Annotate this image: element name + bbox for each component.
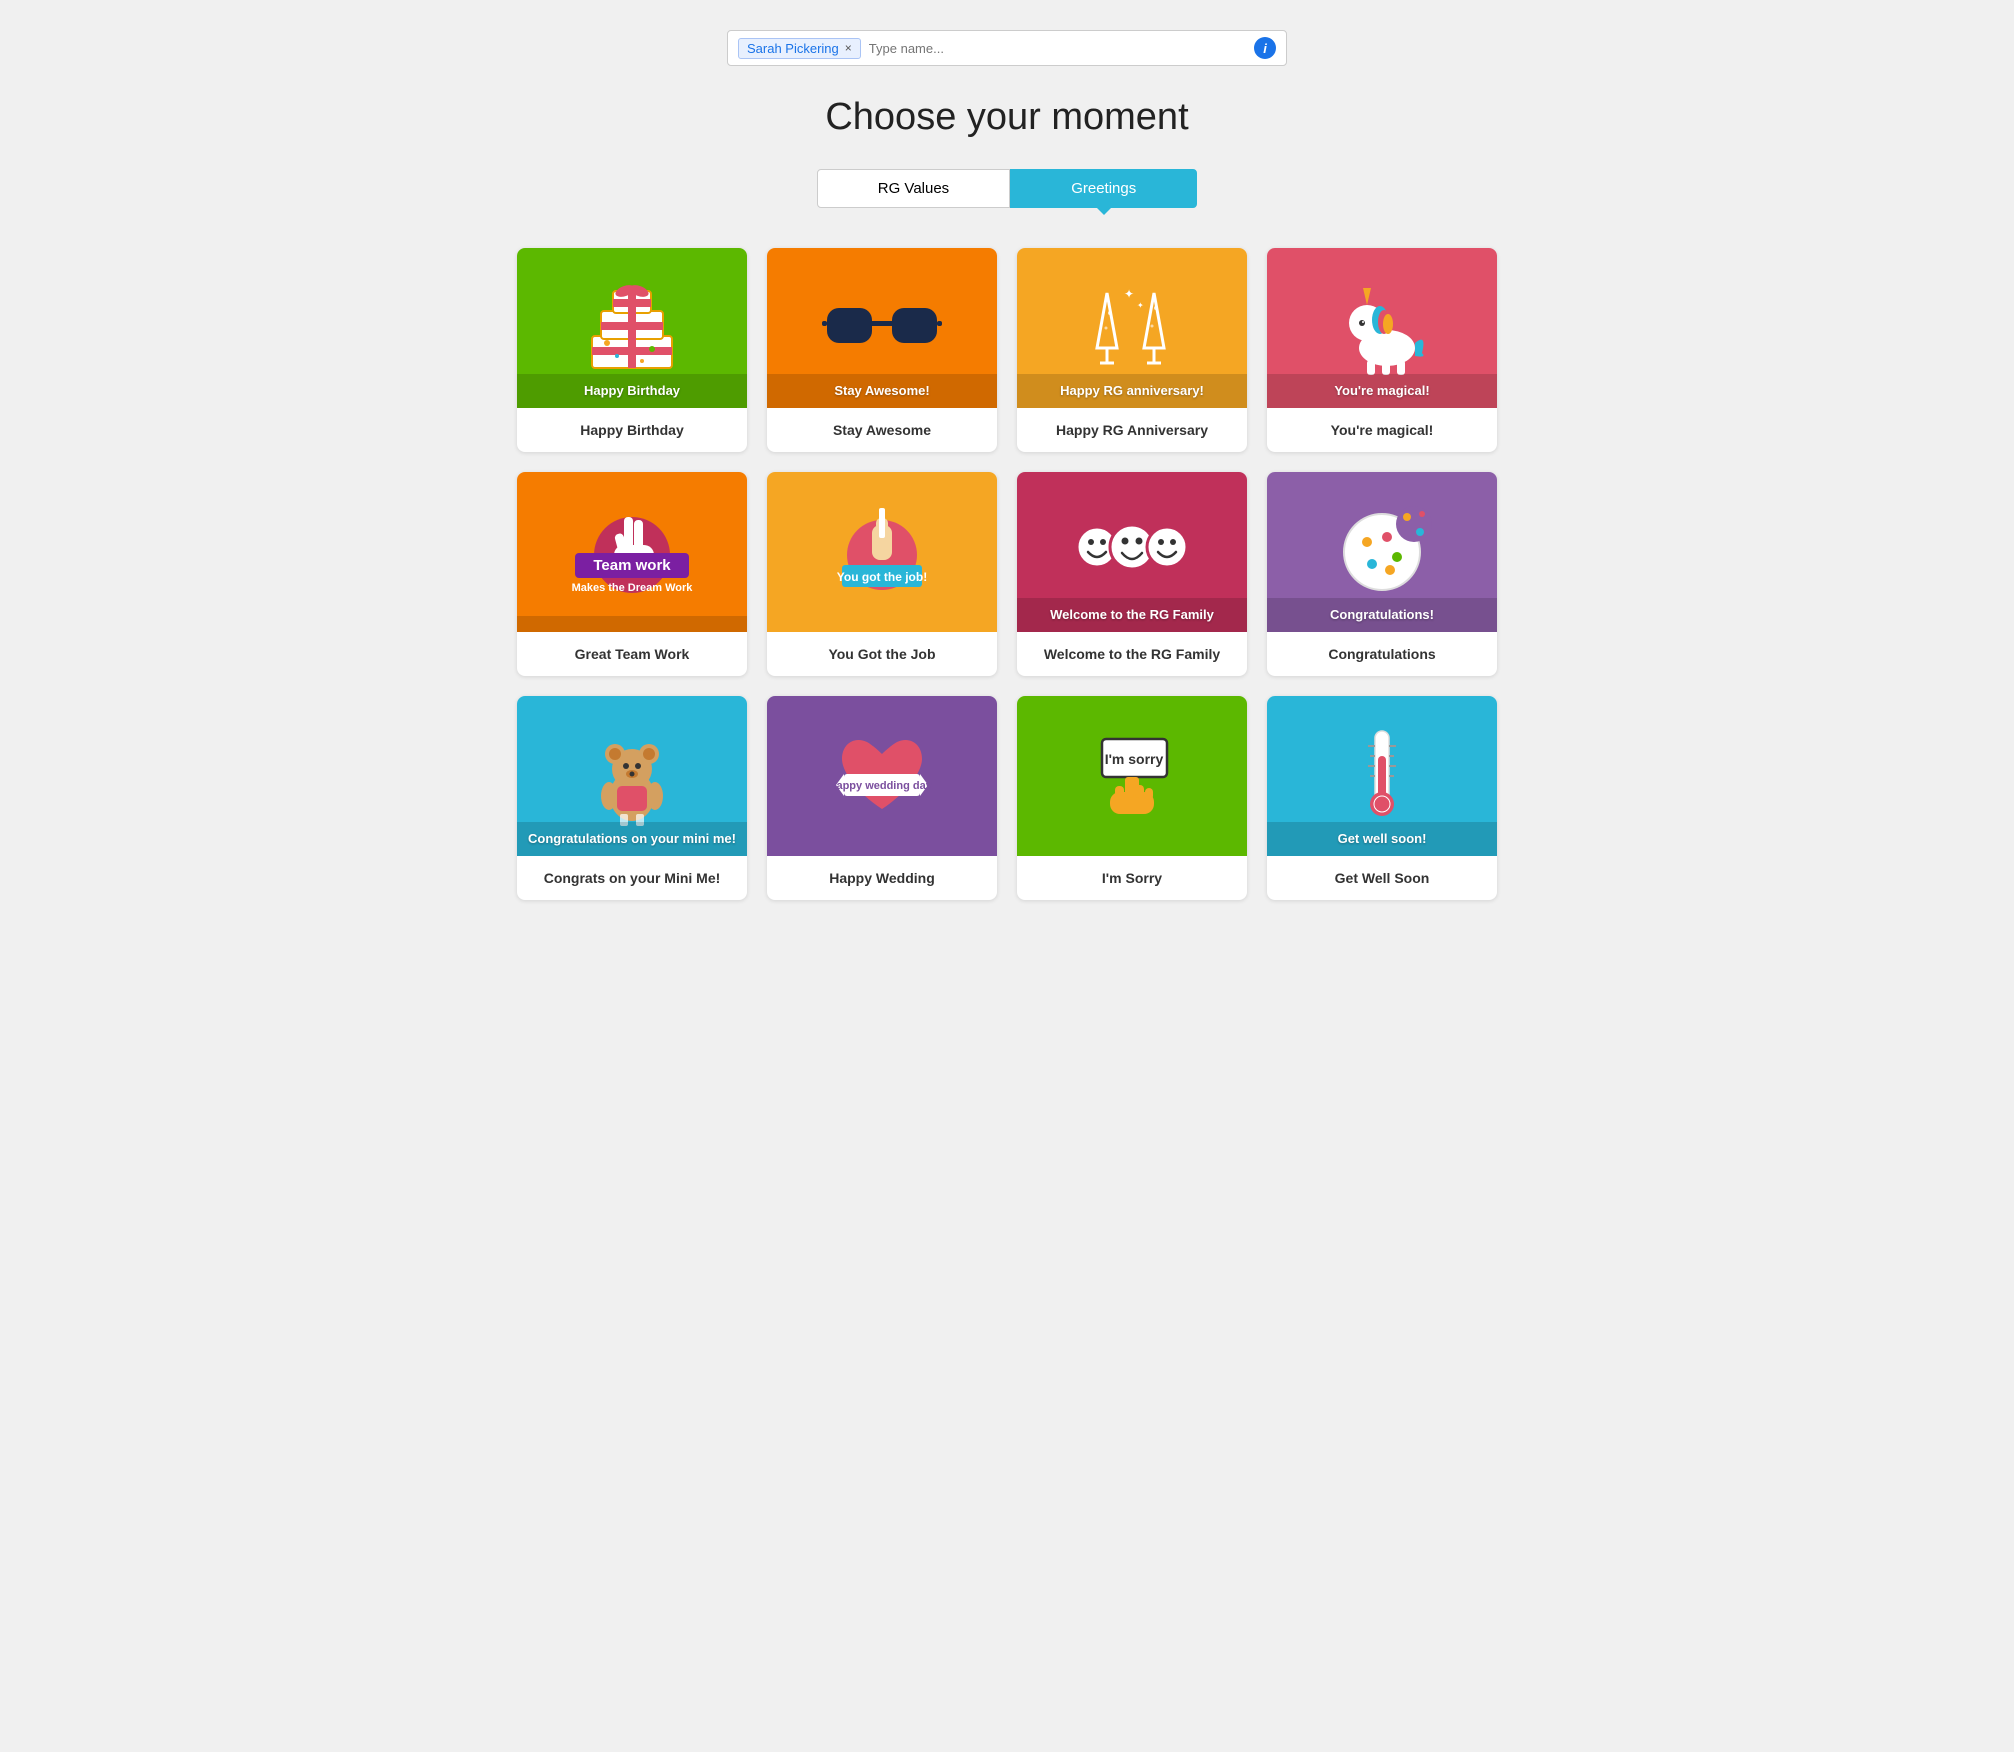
card-label-congrats-mini-me: Congrats on your Mini Me! [517, 856, 747, 900]
card-image-congratulations: Congratulations! [1267, 472, 1497, 632]
search-bar: Sarah Pickering × i [727, 30, 1287, 66]
card-happy-wedding[interactable]: Happy wedding day! Happy Wedding [767, 696, 997, 900]
card-image-congrats-mini-me: Congratulations on your mini me! [517, 696, 747, 856]
card-stay-awesome[interactable]: Stay Awesome! Stay Awesome [767, 248, 997, 452]
card-image-text-youre-magical: You're magical! [1334, 383, 1429, 398]
search-tag[interactable]: Sarah Pickering × [738, 38, 861, 59]
card-happy-birthday[interactable]: Happy Birthday Happy Birthday [517, 248, 747, 452]
card-label-happy-wedding: Happy Wedding [767, 856, 997, 900]
card-image-text-stay-awesome: Stay Awesome! [834, 383, 929, 398]
card-image-text-get-well-soon: Get well soon! [1338, 831, 1427, 846]
card-image-welcome-rg-family: Welcome to the RG Family [1017, 472, 1247, 632]
card-label-welcome-rg-family: Welcome to the RG Family [1017, 632, 1247, 676]
cards-grid: Happy Birthday Happy Birthday Stay Aweso… [507, 248, 1507, 900]
info-icon[interactable]: i [1254, 37, 1276, 59]
card-label-you-got-the-job: You Got the Job [767, 632, 997, 676]
card-rg-anniversary[interactable]: ✦ ✦ Happy RG anniversary! Happy RG Anniv… [1017, 248, 1247, 452]
search-bar-wrapper: Sarah Pickering × i [20, 30, 1994, 66]
card-image-rg-anniversary: ✦ ✦ Happy RG anniversary! [1017, 248, 1247, 408]
svg-text:✦: ✦ [1137, 301, 1144, 310]
card-image-happy-wedding: Happy wedding day! [767, 696, 997, 856]
card-youre-magical[interactable]: You're magical! You're magical! [1267, 248, 1497, 452]
search-input[interactable] [869, 41, 1246, 56]
card-get-well-soon[interactable]: Get well soon! Get Well Soon [1267, 696, 1497, 900]
card-label-stay-awesome: Stay Awesome [767, 408, 997, 452]
tabs-container: RG Values Greetings [20, 169, 1994, 208]
card-label-youre-magical: You're magical! [1267, 408, 1497, 452]
card-image-youre-magical: You're magical! [1267, 248, 1497, 408]
card-image-great-team-work: Team work Makes the Dream Work [517, 472, 747, 632]
card-image-text-congrats-mini-me: Congratulations on your mini me! [528, 831, 736, 846]
svg-text:You got the job!: You got the job! [837, 570, 927, 584]
card-label-im-sorry: I'm Sorry [1017, 856, 1247, 900]
page-title: Choose your moment [20, 96, 1994, 139]
card-image-happy-birthday: Happy Birthday [517, 248, 747, 408]
card-image-im-sorry: I'm sorry [1017, 696, 1247, 856]
card-congratulations[interactable]: Congratulations! Congratulations [1267, 472, 1497, 676]
svg-text:I'm sorry: I'm sorry [1105, 751, 1164, 767]
card-image-stay-awesome: Stay Awesome! [767, 248, 997, 408]
card-image-text-congratulations: Congratulations! [1330, 607, 1434, 622]
svg-text:Happy wedding day!: Happy wedding day! [832, 780, 932, 792]
tag-label: Sarah Pickering [747, 41, 839, 56]
card-im-sorry[interactable]: I'm sorry I'm Sorry [1017, 696, 1247, 900]
card-image-text-welcome-rg-family: Welcome to the RG Family [1050, 607, 1214, 622]
card-label-get-well-soon: Get Well Soon [1267, 856, 1497, 900]
card-you-got-the-job[interactable]: You got the job! You Got the Job [767, 472, 997, 676]
card-image-get-well-soon: Get well soon! [1267, 696, 1497, 856]
card-label-great-team-work: Great Team Work [517, 632, 747, 676]
tab-rg-values[interactable]: RG Values [817, 169, 1010, 208]
card-great-team-work[interactable]: Team work Makes the Dream Work Great Tea… [517, 472, 747, 676]
card-image-text-rg-anniversary: Happy RG anniversary! [1060, 383, 1204, 398]
card-label-congratulations: Congratulations [1267, 632, 1497, 676]
tab-greetings[interactable]: Greetings [1010, 169, 1197, 208]
card-label-rg-anniversary: Happy RG Anniversary [1017, 408, 1247, 452]
tag-close-button[interactable]: × [845, 41, 852, 55]
card-congrats-mini-me[interactable]: Congratulations on your mini me! Congrat… [517, 696, 747, 900]
card-image-you-got-the-job: You got the job! [767, 472, 997, 632]
svg-text:✦: ✦ [1124, 287, 1134, 301]
card-welcome-rg-family[interactable]: Welcome to the RG Family Welcome to the … [1017, 472, 1247, 676]
card-image-text-happy-birthday: Happy Birthday [584, 383, 680, 398]
card-label-happy-birthday: Happy Birthday [517, 408, 747, 452]
